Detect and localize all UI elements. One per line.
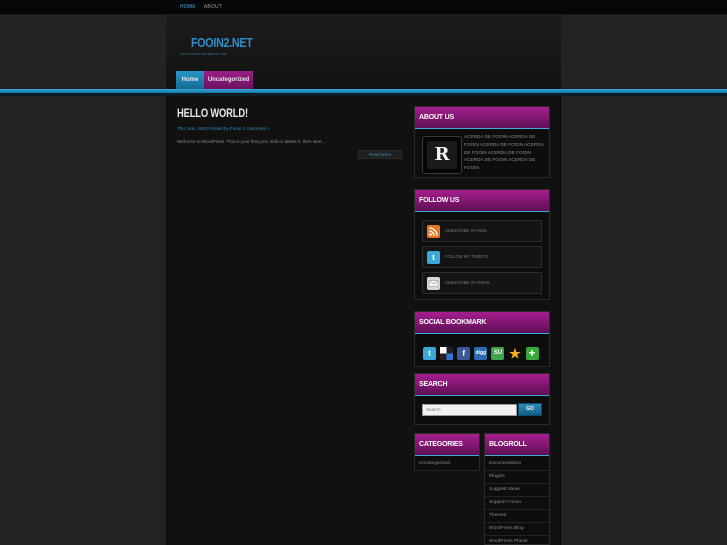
top-nav-about-link[interactable]: ABOUT	[201, 0, 225, 15]
site-tagline: yet another wordpress site	[180, 51, 227, 56]
follow-twitter-label: FOLLOW MY TWEETS	[445, 254, 489, 259]
main-nav: Home Uncategorized	[176, 71, 253, 90]
read-more-button[interactable]: Read More	[358, 150, 402, 159]
delicious-icon[interactable]	[440, 347, 454, 360]
about-logo: R	[422, 136, 462, 174]
about-text: ACERDA DE FOOIN ACERDA DE FOOIN ACERDA D…	[464, 134, 544, 171]
follow-widget: FOLLOW US SUBSCRIBE VIA RSS t FOLLOW MY …	[414, 189, 550, 300]
social-widget: SOCIAL BOOKMARK t f digg SU ★ +	[414, 311, 550, 367]
follow-email-item[interactable]: SUBSCRIBE VIA EMAIL	[422, 272, 542, 294]
social-icons: t f digg SU ★ +	[423, 347, 543, 360]
top-nav-home-link[interactable]: HOME	[177, 0, 199, 15]
search-widget: SEARCH Search GO	[414, 373, 550, 425]
social-heading: SOCIAL BOOKMARK	[415, 312, 549, 334]
follow-email-label: SUBSCRIBE VIA EMAIL	[445, 280, 491, 285]
blogroll-heading: BLOGROLL	[485, 434, 549, 456]
facebook-icon[interactable]: f	[457, 347, 471, 360]
tab-uncategorized[interactable]: Uncategorized	[204, 71, 253, 90]
twitter-icon: t	[427, 251, 440, 264]
top-bar	[0, 0, 727, 15]
tab-home[interactable]: Home	[176, 71, 204, 90]
post-excerpt: Welcome to WordPress. This is your first…	[177, 139, 327, 144]
blogroll-item[interactable]: WordPress Planet	[485, 536, 549, 545]
twitter-icon[interactable]: t	[423, 347, 436, 360]
follow-heading: FOLLOW US	[415, 190, 549, 212]
about-widget: ABOUT US R ACERDA DE FOOIN ACERDA DE FOO…	[414, 106, 550, 178]
email-icon	[427, 277, 440, 290]
post-title[interactable]: HELLO WORLD!	[177, 106, 248, 120]
blogroll-item[interactable]: Plugins	[485, 471, 549, 484]
favorites-star-icon[interactable]: ★	[508, 347, 521, 360]
search-go-button[interactable]: GO	[518, 403, 542, 416]
rockstar-logo-icon: R	[427, 141, 457, 169]
add-bookmark-icon[interactable]: +	[525, 347, 539, 360]
search-heading: SEARCH	[415, 374, 549, 396]
rss-icon	[427, 225, 440, 238]
digg-icon[interactable]: digg	[474, 347, 488, 360]
blogroll-widget: BLOGROLL Documentation Plugins Suggest I…	[484, 433, 550, 545]
blogroll-item[interactable]: Themes	[485, 510, 549, 523]
about-heading: ABOUT US	[415, 107, 549, 129]
follow-twitter-item[interactable]: t FOLLOW MY TWEETS	[422, 246, 542, 268]
categories-widget: CATEGORIES Uncategorized	[414, 433, 480, 471]
blogroll-item[interactable]: WordPress Blog	[485, 523, 549, 536]
post-meta: Thu, Nov, 2010 Posted by Fooin 1 Comment…	[177, 126, 270, 131]
category-item[interactable]: Uncategorized	[415, 458, 479, 471]
categories-heading: CATEGORIES	[415, 434, 479, 456]
nav-divider-shadow	[0, 93, 727, 96]
top-nav: HOME ABOUT	[177, 0, 227, 15]
stumbleupon-icon[interactable]: SU	[491, 347, 505, 360]
blogroll-item[interactable]: Suggest Ideas	[485, 484, 549, 497]
blogroll-item[interactable]: Support Forum	[485, 497, 549, 510]
follow-rss-label: SUBSCRIBE VIA RSS	[445, 228, 487, 233]
search-input[interactable]: Search	[422, 404, 517, 416]
blogroll-item[interactable]: Documentation	[485, 458, 549, 471]
follow-rss-item[interactable]: SUBSCRIBE VIA RSS	[422, 220, 542, 242]
site-title[interactable]: FOOIN2.NET	[191, 35, 253, 50]
